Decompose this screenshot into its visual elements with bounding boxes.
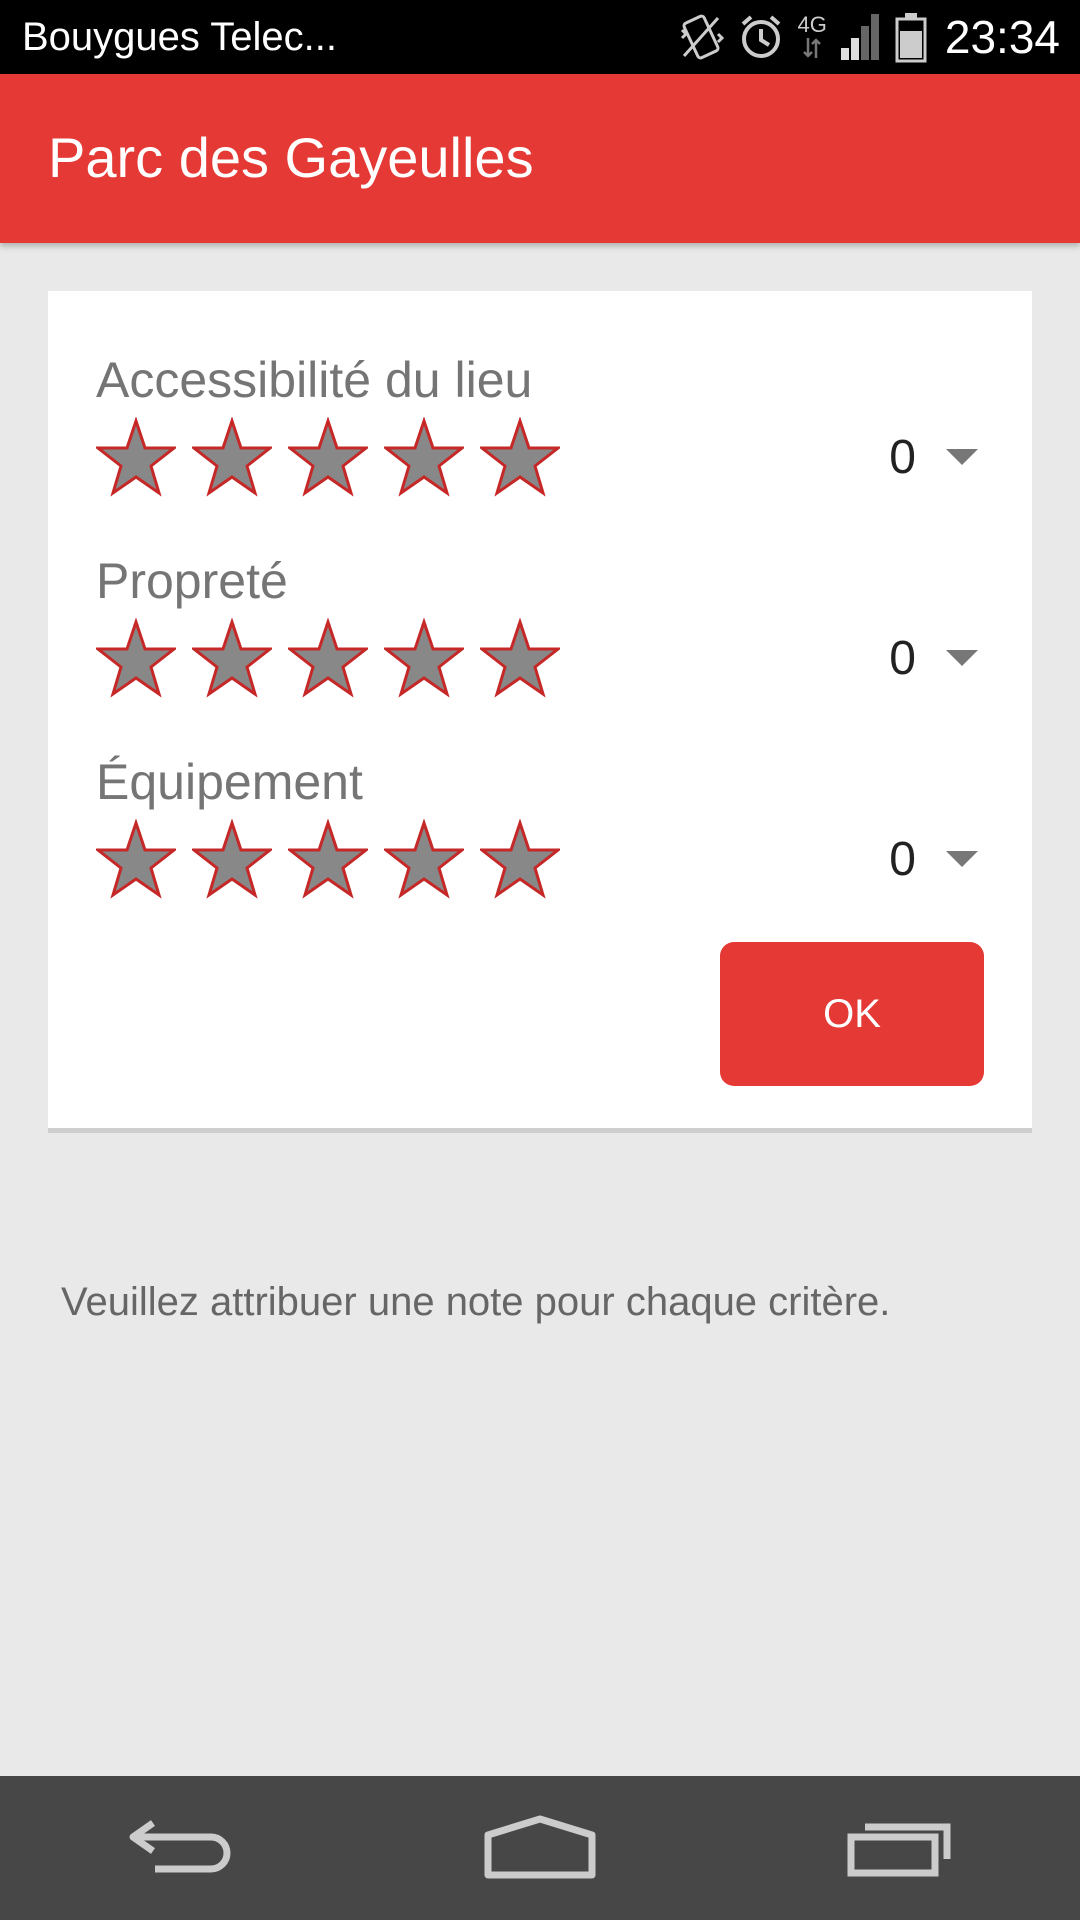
star-icon[interactable] xyxy=(288,417,368,497)
network-4g-icon: 4G xyxy=(798,14,827,60)
alarm-icon xyxy=(738,12,784,62)
star-rating[interactable] xyxy=(96,618,560,698)
star-icon[interactable] xyxy=(480,819,560,899)
star-icon[interactable] xyxy=(384,618,464,698)
battery-icon xyxy=(895,11,927,63)
app-bar: Parc des Gayeulles xyxy=(0,74,1080,243)
ok-button[interactable]: OK xyxy=(720,942,984,1086)
star-icon[interactable] xyxy=(192,819,272,899)
navigation-bar xyxy=(0,1776,1080,1920)
home-icon xyxy=(484,1815,596,1879)
rating-value: 0 xyxy=(889,631,916,685)
star-rating[interactable] xyxy=(96,819,560,899)
back-icon xyxy=(129,1820,231,1873)
star-icon[interactable] xyxy=(96,819,176,899)
hint-text: Veuillez attribuer une note pour chaque … xyxy=(61,1280,891,1324)
recents-icon xyxy=(847,1823,951,1877)
criterion-accessibility: Accessibilité du lieu 0 xyxy=(96,355,984,535)
dropdown-arrow-icon xyxy=(946,851,978,867)
dropdown-arrow-icon xyxy=(946,650,978,666)
status-bar: Bouygues Telec... 4G 23:34 xyxy=(0,0,1080,74)
star-icon[interactable] xyxy=(288,819,368,899)
criterion-label: Accessibilité du lieu xyxy=(96,352,533,408)
rating-value: 0 xyxy=(889,832,916,886)
star-rating[interactable] xyxy=(96,417,560,497)
recents-button[interactable] xyxy=(820,1788,980,1908)
star-icon[interactable] xyxy=(288,618,368,698)
home-button[interactable] xyxy=(460,1788,620,1908)
rating-dropdown[interactable]: 0 xyxy=(854,823,984,895)
star-icon[interactable] xyxy=(480,417,560,497)
back-button[interactable] xyxy=(100,1788,260,1908)
signal-icon xyxy=(840,12,881,62)
star-icon[interactable] xyxy=(96,618,176,698)
vibrate-icon xyxy=(678,12,724,62)
page-title: Parc des Gayeulles xyxy=(48,126,534,189)
rating-value: 0 xyxy=(889,430,916,484)
rating-dropdown[interactable]: 0 xyxy=(854,622,984,694)
rating-dropdown[interactable]: 0 xyxy=(854,421,984,493)
star-icon[interactable] xyxy=(384,819,464,899)
star-icon[interactable] xyxy=(384,417,464,497)
star-icon[interactable] xyxy=(192,618,272,698)
rating-card: Accessibilité du lieu 0 Propreté 0 Équip… xyxy=(48,291,1032,1133)
network-type-label: 4G xyxy=(797,12,827,37)
clock: 23:34 xyxy=(944,11,1060,63)
criterion-cleanliness: Propreté 0 xyxy=(96,556,984,736)
carrier-name: Bouygues Telec... xyxy=(22,14,338,59)
criterion-equipment: Équipement 0 xyxy=(96,757,984,937)
criterion-label: Équipement xyxy=(96,754,363,810)
star-icon[interactable] xyxy=(192,417,272,497)
dropdown-arrow-icon xyxy=(946,449,978,465)
star-icon[interactable] xyxy=(96,417,176,497)
status-icons: 4G 23:34 xyxy=(678,10,1060,64)
star-icon[interactable] xyxy=(480,618,560,698)
criterion-label: Propreté xyxy=(96,553,288,609)
